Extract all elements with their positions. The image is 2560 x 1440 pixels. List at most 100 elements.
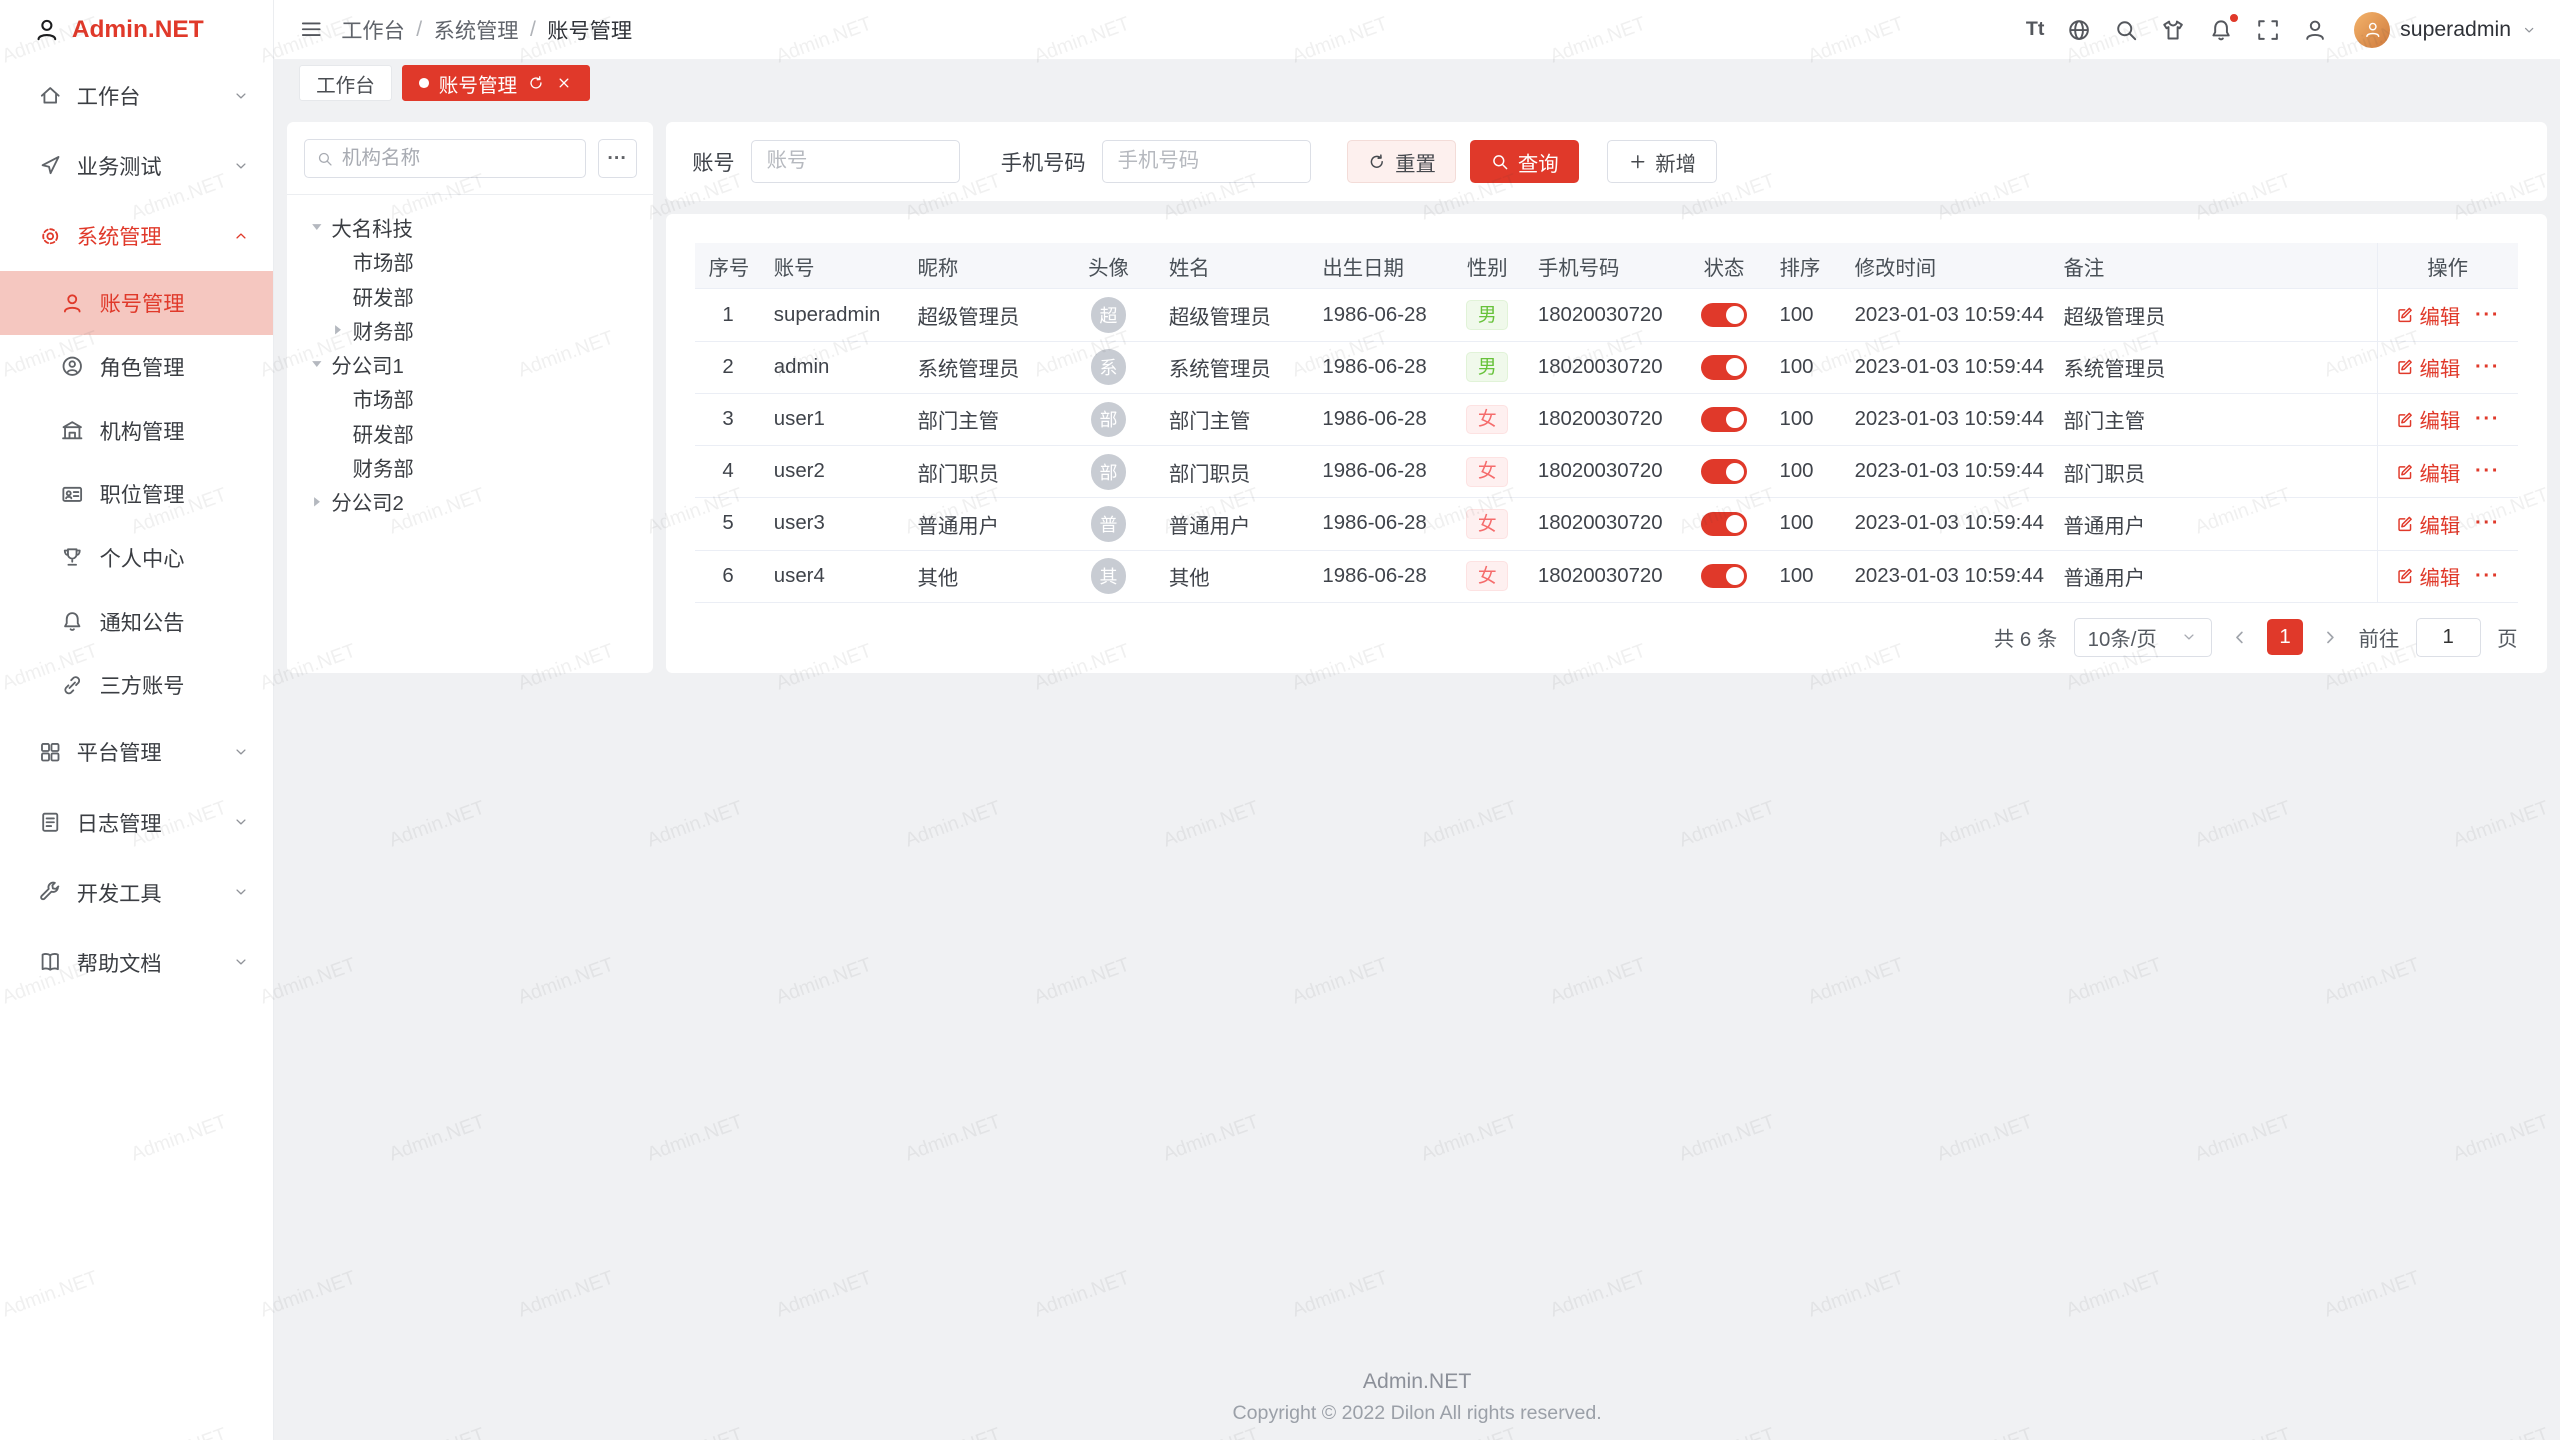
query-button[interactable]: 查询 — [1470, 140, 1580, 182]
sidebar-item-label: 通知公告 — [100, 606, 251, 637]
sidebar-item-platform-manage[interactable]: 平台管理 — [0, 717, 273, 787]
plus-icon — [1628, 152, 1648, 172]
breadcrumb-separator: / — [530, 18, 536, 42]
edit-button[interactable]: 编辑 — [2395, 352, 2460, 382]
caret-down-icon — [307, 354, 327, 374]
tab-workbench[interactable]: 工作台 — [299, 65, 392, 101]
status-toggle[interactable] — [1701, 303, 1747, 327]
logo-icon — [33, 16, 61, 44]
sidebar-item-dev-tools[interactable]: 开发工具 — [0, 857, 273, 927]
status-toggle[interactable] — [1701, 512, 1747, 536]
status-toggle[interactable] — [1701, 407, 1747, 431]
user-menu[interactable]: superadmin — [2354, 12, 2537, 48]
skin-icon[interactable] — [2160, 17, 2186, 43]
cell-birth_date: 1986-06-28 — [1309, 446, 1449, 498]
edit-button[interactable]: 编辑 — [2395, 300, 2460, 330]
sidebar-item-label: 角色管理 — [100, 351, 251, 382]
cell-remark: 普通用户 — [2051, 498, 2378, 550]
chevron-down-icon — [2180, 628, 2198, 646]
more-actions-button[interactable]: ··· — [2475, 356, 2500, 378]
org-panel: ··· 大名科技市场部研发部财务部分公司1市场部研发部财务部分公司2 — [287, 122, 653, 673]
tab-account-manage[interactable]: 账号管理 — [402, 65, 590, 101]
account-input[interactable] — [751, 140, 960, 182]
log-icon — [38, 810, 62, 834]
row-avatar: 其 — [1091, 558, 1127, 594]
font-size-icon[interactable]: Tt — [2026, 17, 2044, 43]
more-actions-button[interactable]: ··· — [2475, 512, 2500, 534]
status-toggle[interactable] — [1701, 355, 1747, 379]
sidebar-item-role-manage[interactable]: 角色管理 — [0, 335, 273, 399]
cell-nickname: 部门职员 — [904, 446, 1061, 498]
tab-label: 工作台 — [316, 69, 375, 98]
tree-node[interactable]: 大名科技 — [304, 210, 637, 244]
sidebar-item-help-docs[interactable]: 帮助文档 — [0, 927, 273, 997]
tree-node[interactable]: 研发部 — [304, 278, 637, 312]
status-toggle[interactable] — [1701, 459, 1747, 483]
tree-node[interactable]: 市场部 — [304, 244, 637, 278]
sidebar-item-workbench[interactable]: 工作台 — [0, 60, 273, 130]
tree-node[interactable]: 分公司2 — [304, 484, 637, 518]
tree-node-label: 财务部 — [353, 452, 414, 482]
cell-gender: 女 — [1450, 498, 1525, 550]
prev-page-button[interactable] — [2228, 626, 2251, 649]
cell-remark: 部门主管 — [2051, 393, 2378, 445]
reset-button[interactable]: 重置 — [1347, 140, 1457, 182]
next-page-button[interactable] — [2319, 626, 2342, 649]
more-actions-button[interactable]: ··· — [2475, 460, 2500, 482]
more-actions-button[interactable]: ··· — [2475, 565, 2500, 587]
tree-node[interactable]: 分公司1 — [304, 347, 637, 381]
current-page-button[interactable]: 1 — [2267, 619, 2303, 655]
globe-icon[interactable] — [2066, 17, 2092, 43]
phone-input[interactable] — [1102, 140, 1311, 182]
sidebar-item-personal-center[interactable]: 个人中心 — [0, 526, 273, 590]
page-size-value: 10条/页 — [2088, 622, 2157, 652]
sidebar-item-account-manage[interactable]: 账号管理 — [0, 271, 273, 335]
more-actions-button[interactable]: ··· — [2475, 408, 2500, 430]
cell-account: user2 — [761, 446, 905, 498]
edit-button[interactable]: 编辑 — [2395, 509, 2460, 539]
add-button[interactable]: 新增 — [1607, 140, 1717, 182]
row-avatar: 系 — [1091, 349, 1127, 385]
cell-modified_time: 2023-01-03 10:59:44 — [1842, 446, 2051, 498]
org-search-input[interactable] — [342, 147, 574, 170]
tree-node[interactable]: 财务部 — [304, 450, 637, 484]
edit-button[interactable]: 编辑 — [2395, 561, 2460, 591]
org-more-button[interactable]: ··· — [598, 139, 637, 178]
sidebar-item-notice[interactable]: 通知公告 — [0, 589, 273, 653]
sidebar-item-position-manage[interactable]: 职位管理 — [0, 462, 273, 526]
org-search — [304, 139, 586, 178]
sidebar-item-system-manage[interactable]: 系统管理 — [0, 201, 273, 271]
sidebar-item-third-account[interactable]: 三方账号 — [0, 653, 273, 717]
user-setting-icon[interactable] — [2302, 17, 2328, 43]
breadcrumb-item-system-manage[interactable]: 系统管理 — [434, 14, 519, 45]
pagination: 共 6 条 10条/页 1 前往 页 — [695, 618, 2517, 657]
page-size-select[interactable]: 10条/页 — [2074, 618, 2212, 657]
hamburger-icon[interactable] — [299, 17, 323, 41]
row-avatar: 超 — [1091, 297, 1127, 333]
sidebar-item-business-test[interactable]: 业务测试 — [0, 131, 273, 201]
sidebar-item-org-manage[interactable]: 机构管理 — [0, 398, 273, 462]
bell-icon[interactable] — [2208, 17, 2234, 43]
tree-node[interactable]: 市场部 — [304, 381, 637, 415]
tree-node[interactable]: 研发部 — [304, 416, 637, 450]
profile-icon — [60, 545, 84, 569]
cell-remark: 系统管理员 — [2051, 341, 2378, 393]
sidebar-item-log-manage[interactable]: 日志管理 — [0, 787, 273, 857]
cell-actions: 编辑 ··· — [2377, 341, 2517, 393]
edit-button[interactable]: 编辑 — [2395, 404, 2460, 434]
more-actions-button[interactable]: ··· — [2475, 304, 2500, 326]
goto-page-input[interactable] — [2416, 618, 2481, 657]
cell-sort: 100 — [1766, 289, 1841, 341]
fullscreen-icon[interactable] — [2255, 17, 2281, 43]
search-icon[interactable] — [2113, 17, 2139, 43]
breadcrumb-item-workbench[interactable]: 工作台 — [341, 14, 405, 45]
chevron-down-icon — [232, 883, 250, 901]
edit-button[interactable]: 编辑 — [2395, 457, 2460, 487]
table-header-row: 序号账号昵称头像姓名出生日期性别手机号码状态排序修改时间备注操作 — [695, 243, 2517, 289]
status-toggle[interactable] — [1701, 564, 1747, 588]
edit-icon — [2395, 410, 2415, 430]
tree-node[interactable]: 财务部 — [304, 313, 637, 347]
total-count: 共 6 条 — [1994, 622, 2057, 652]
edit-button-label: 编辑 — [2419, 352, 2460, 382]
table-card: 序号账号昵称头像姓名出生日期性别手机号码状态排序修改时间备注操作 1supera… — [666, 214, 2547, 673]
